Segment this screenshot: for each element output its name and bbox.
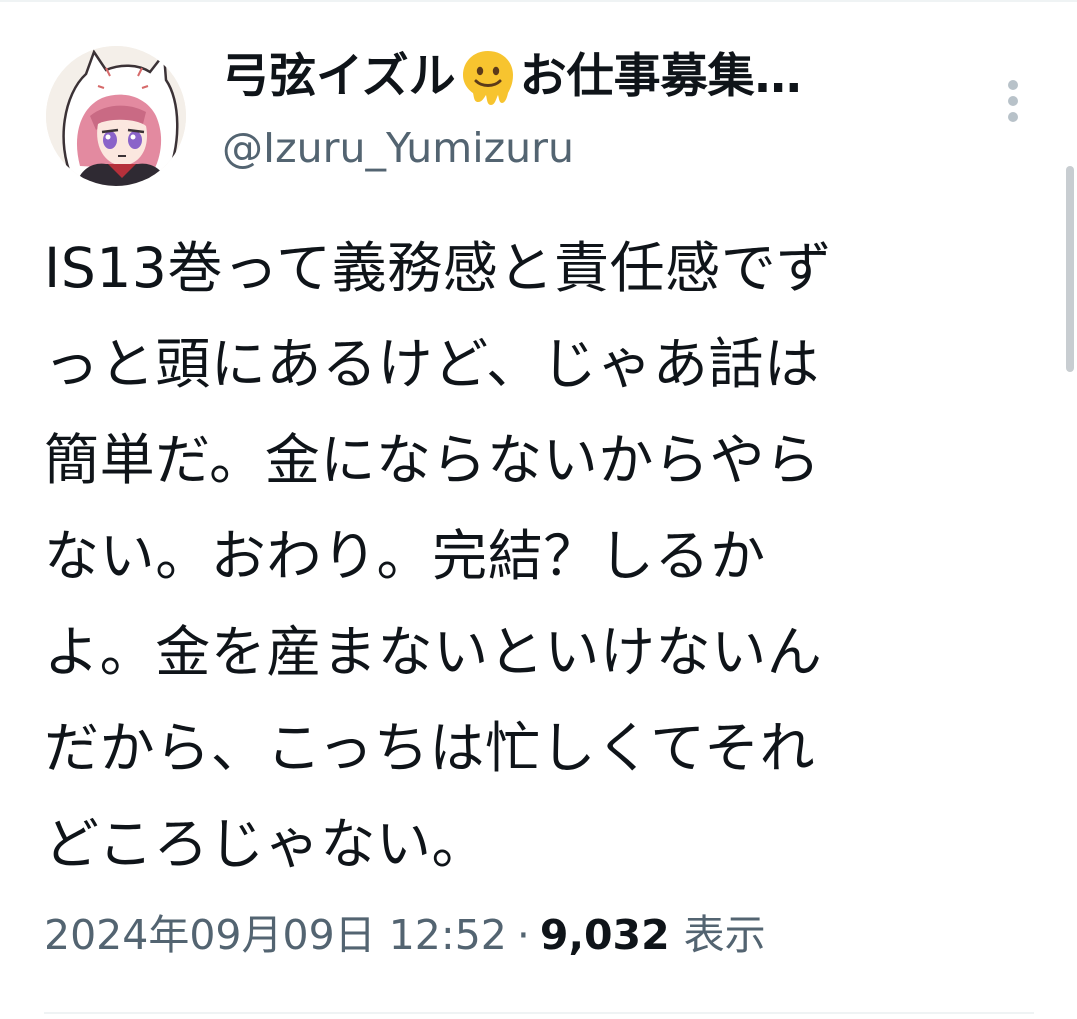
bottom-divider (44, 1012, 1034, 1014)
tweet-text-line: っと頭にあるけど、じゃあ話は (44, 332, 820, 396)
author-name-text: 弓弦イズル (222, 49, 456, 104)
views-label: 表示 (683, 911, 766, 959)
author-handle[interactable]: @Izuru_Yumizuru (222, 120, 982, 176)
author-info: 弓弦イズル お仕事募集… @Izuru_Yumizuru (222, 40, 982, 176)
tweet-text-line: どころじゃない。 (44, 812, 488, 876)
tweet-text: IS13巻って義務感と責任感でず っと頭にあるけど、じゃあ話は 簡単だ。金になら… (44, 220, 1034, 892)
more-options-button[interactable] (994, 76, 1032, 126)
view-count: 9,032 (539, 911, 670, 959)
tweet-timestamp[interactable]: 2024年09月09日 12:52 (44, 911, 507, 959)
author-display-name[interactable]: 弓弦イズル お仕事募集… (222, 40, 982, 114)
tweet-text-line: 簡単だ。金にならないからやら (44, 428, 821, 492)
tweet-text-line: よ。金を産まないといけないん (44, 620, 823, 684)
tweet-text-line: だから、こっちは忙しくてそれ (44, 716, 816, 780)
meta-separator: · (516, 911, 530, 959)
avatar-illustration (46, 46, 186, 186)
tweet-text-line: IS13巻って義務感と責任感でず (44, 236, 832, 300)
melting-face-emoji-icon (460, 47, 516, 107)
author-name-suffix: お仕事募集… (519, 49, 802, 104)
tweet-meta: 2024年09月09日 12:52 · 9,032 表示 (44, 900, 766, 970)
top-divider (0, 0, 1077, 2)
author-avatar[interactable] (46, 46, 186, 186)
scrollbar-thumb[interactable] (1066, 166, 1074, 372)
tweet-text-line: ない。おわり。完結？しるか (44, 524, 766, 588)
